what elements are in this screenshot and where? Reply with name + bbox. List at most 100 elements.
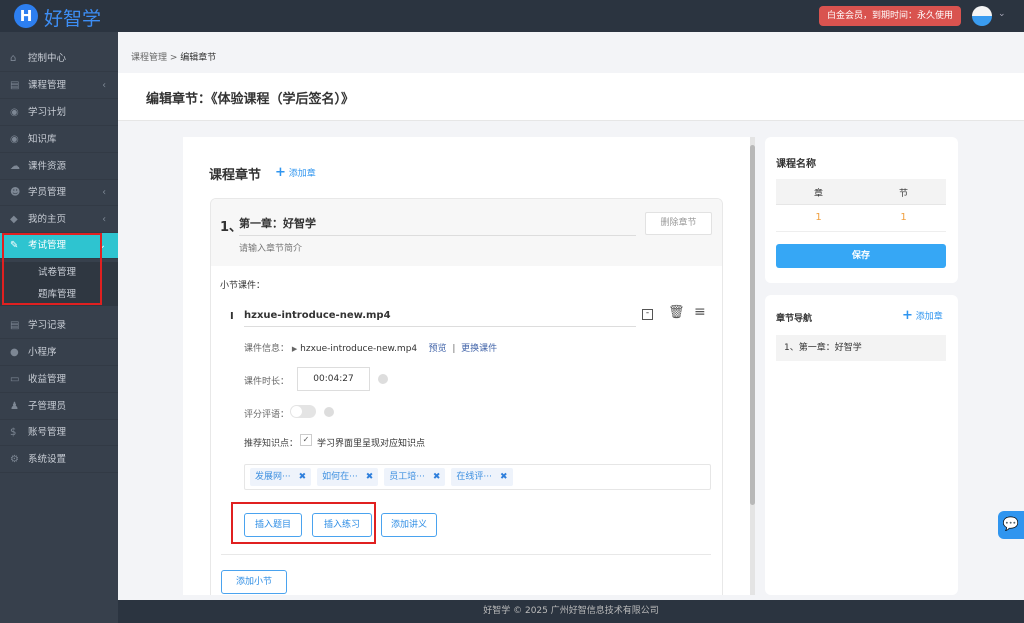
sidebar-icon: ⚙: [10, 447, 19, 473]
sidebar-item-label: 学员管理: [28, 187, 66, 198]
info-file: hzxue-introduce-new.mp4: [300, 344, 417, 354]
sidebar-icon: $: [10, 420, 16, 446]
sidebar-item-label: 控制中心: [28, 53, 66, 64]
close-icon[interactable]: ✖: [299, 472, 307, 482]
user-avatar[interactable]: [972, 6, 992, 26]
logo-text: 好智学: [44, 4, 101, 31]
knowledge-tag[interactable]: 员工培···✖: [384, 468, 445, 486]
sidebar-item-3[interactable]: ◉知识库: [0, 127, 118, 153]
trash-icon[interactable]: 🗑: [668, 305, 685, 320]
scrollbar[interactable]: [750, 137, 755, 595]
chapter-nav-card: 章节导航 + 添加章 1、第一章：好智学: [765, 295, 958, 595]
close-icon[interactable]: ✖: [433, 472, 441, 482]
add-chapter-label: 添加章: [289, 169, 316, 179]
section-label: 小节课件：: [220, 278, 265, 291]
sidebar-item-10[interactable]: ▭收益管理: [0, 367, 118, 393]
knowledge-tag[interactable]: 发展网···✖: [250, 468, 311, 486]
save-button[interactable]: 保存: [776, 244, 946, 268]
sidebar-item-12[interactable]: $ 账号管理: [0, 420, 118, 446]
collapse-icon[interactable]: -: [642, 309, 653, 320]
sidebar-item-5[interactable]: ☻ 学员管理 ‹: [0, 180, 118, 206]
nav-add-label: 添加章: [916, 312, 943, 322]
sidebar-item-13[interactable]: ⚙ 系统设置: [0, 447, 118, 473]
nav-add-chapter-button[interactable]: + 添加章: [902, 308, 943, 323]
knowledge-checkbox[interactable]: ✓: [300, 434, 312, 446]
sidebar-item-label: 学习记录: [28, 320, 66, 331]
lesson-action-button[interactable]: 添加讲义: [381, 513, 437, 537]
add-section-button[interactable]: 添加小节: [221, 570, 287, 594]
chevron-icon: ‹: [102, 180, 106, 206]
breadcrumb-sep: >: [167, 53, 180, 63]
rating-toggle[interactable]: [290, 405, 316, 418]
sidebar-item-4[interactable]: ☁ 课件资源: [0, 154, 118, 180]
sidebar-icon: ☻: [10, 180, 20, 206]
plus-icon: +: [902, 308, 913, 323]
chapter-title-input[interactable]: 第一章：好智学: [239, 212, 636, 236]
footer: 好智学 © 2025 广州好智信息技术有限公司: [118, 600, 1024, 623]
sidebar-item-1[interactable]: ▤课程管理‹: [0, 73, 118, 99]
sidebar-item-label: 课件资源: [28, 161, 66, 172]
sidebar-icon: ●: [10, 340, 19, 366]
lesson-title-input[interactable]: hzxue-introduce-new.mp4: [244, 305, 636, 327]
knowledge-tag[interactable]: 在线评··· ✖: [451, 468, 512, 486]
close-icon[interactable]: ✖: [500, 472, 508, 482]
tag-label: 在线评···: [456, 472, 492, 482]
sidebar-item-11[interactable]: ♟ 子管理员: [0, 394, 118, 420]
delete-chapter-button[interactable]: 删除章节: [645, 212, 712, 235]
sidebar-item-label: 我的主页: [28, 214, 66, 225]
sidebar-item-label: 课程管理: [28, 80, 66, 91]
breadcrumb-current: 编辑章节: [180, 53, 216, 63]
chapter-intro-input[interactable]: 请输入章节简介: [239, 241, 302, 254]
rating-label: 评分评语：: [244, 407, 289, 420]
duration-label: 课件时长：: [244, 374, 289, 387]
nav-item[interactable]: 1、第一章：好智学: [776, 335, 946, 361]
sidebar-icon: ⌂: [10, 46, 16, 72]
sidebar-item-label: 收益管理: [28, 374, 66, 385]
highlight-box: [2, 233, 102, 305]
logo-icon: H: [14, 4, 38, 28]
chevron-icon: ‹: [102, 207, 106, 233]
divider: |: [452, 344, 455, 354]
sidebar-icon: ♟: [10, 394, 19, 420]
sidebar-item-6[interactable]: ◆ 我的主页 ‹: [0, 207, 118, 233]
breadcrumb-parent[interactable]: 课程管理: [131, 53, 167, 63]
sidebar-item-9[interactable]: ● 小程序: [0, 340, 118, 366]
sidebar-item-2[interactable]: ◉学习计划: [0, 100, 118, 126]
close-icon[interactable]: ✖: [366, 472, 374, 482]
sidebar-item-label: 小程序: [28, 347, 57, 358]
sidebar-item-label: 子管理员: [28, 401, 66, 412]
sidebar-icon: ◉: [10, 100, 19, 126]
add-chapter-button[interactable]: + 添加章: [275, 165, 316, 180]
knowledge-tag[interactable]: 如何在··· ✖: [317, 468, 378, 486]
summary-card: 课程名称 章 节 1 1 保存: [765, 137, 958, 283]
chevron-down-icon[interactable]: ⌄: [998, 9, 1006, 19]
preview-link[interactable]: 预览: [429, 344, 447, 354]
knowledge-tags[interactable]: 发展网···✖如何在···✖员工培···✖在线评···✖: [244, 464, 711, 490]
tag-label: 如何在···: [322, 472, 358, 482]
sidebar-item-8[interactable]: ▤学习记录: [0, 313, 118, 339]
duration-input[interactable]: 00:04:27: [297, 367, 370, 391]
help-icon[interactable]: [378, 374, 388, 384]
sidebar-icon: ◆: [10, 207, 18, 233]
play-icon: ▶: [292, 345, 297, 353]
sidebar-item-label: 账号管理: [28, 427, 66, 438]
chevron-icon: ‹: [102, 73, 106, 99]
knowledge-text: 学习界面里呈现对应知识点: [317, 436, 425, 449]
sidebar-item-0[interactable]: ⌂ 控制中心: [0, 46, 118, 72]
breadcrumb: 课程管理 > 编辑章节: [131, 50, 216, 63]
drag-bar-icon: I: [230, 311, 234, 322]
help-icon[interactable]: [324, 407, 334, 417]
sidebar-icon: ◉: [10, 127, 19, 153]
summary-title: 课程名称: [776, 155, 816, 170]
replace-link[interactable]: 更换课件: [461, 344, 497, 354]
sidebar-item-label: 系统设置: [28, 454, 66, 465]
section-count: 1: [861, 212, 946, 223]
page-title: 编辑章节：《体验课程（学后签名）》: [146, 88, 354, 107]
sidebar-icon: ☁: [10, 154, 20, 180]
highlight-box: [231, 502, 376, 544]
chat-icon[interactable]: 💬: [998, 511, 1024, 539]
col-section: 节: [861, 186, 946, 199]
info-label: 课件信息：: [244, 344, 289, 354]
chapter-count: 1: [776, 212, 861, 223]
menu-icon[interactable]: ≡: [694, 304, 706, 320]
